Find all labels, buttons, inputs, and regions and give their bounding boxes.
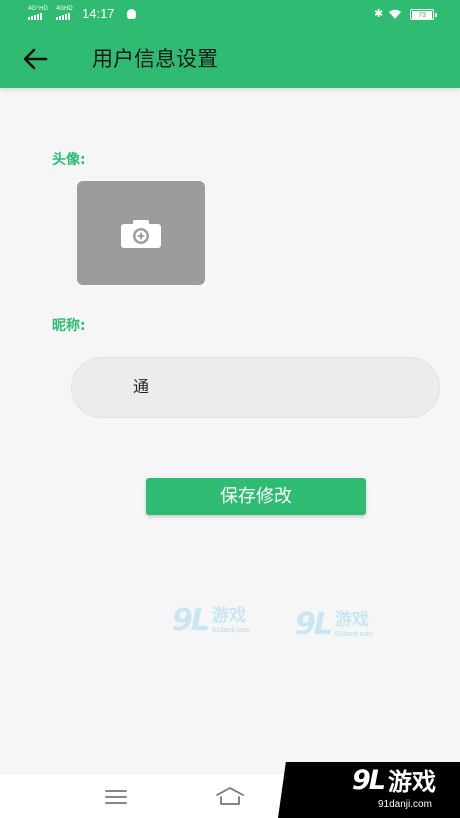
- app-bar: 用户信息设置: [0, 30, 460, 88]
- nickname-value: 通: [133, 377, 150, 396]
- watermark-name: 游戏: [335, 610, 369, 630]
- menu-icon[interactable]: [104, 788, 128, 806]
- signal-indicator-2: 4GHD: [56, 6, 73, 20]
- wifi-icon: [389, 9, 401, 19]
- page-title: 用户信息设置: [92, 47, 218, 71]
- signal-bars-icon: [28, 13, 48, 20]
- watermark-name: 游戏: [212, 606, 246, 626]
- avatar-picker[interactable]: [77, 181, 205, 285]
- qq-notification-icon: [127, 9, 136, 19]
- watermark-logo: 9L 游戏 91danji.com: [295, 608, 395, 648]
- watermark-mark: 9L: [172, 603, 210, 638]
- nickname-input[interactable]: 通: [71, 357, 440, 418]
- corner-watermark-url: 91danji.com: [378, 799, 432, 810]
- camera-icon: [121, 220, 161, 248]
- corner-watermark-name: 游戏: [388, 768, 436, 796]
- signal-bars-icon: [56, 13, 73, 20]
- watermark-logo: 9L 游戏 91danji.com: [172, 604, 272, 644]
- status-bar: 4G⁺HD 4GHD 14:17 ✱ 73: [0, 0, 460, 30]
- nickname-label: 昵称:: [52, 318, 86, 334]
- signal-2-label: 4GHD: [56, 6, 73, 12]
- home-icon[interactable]: [214, 785, 246, 807]
- bluetooth-icon: ✱: [374, 7, 384, 20]
- signal-1-label: 4G⁺HD: [28, 6, 48, 12]
- save-button[interactable]: 保存修改: [146, 478, 366, 515]
- signal-indicator-1: 4G⁺HD: [28, 6, 48, 20]
- avatar-label: 头像:: [52, 152, 86, 168]
- battery-icon: 73: [410, 9, 437, 20]
- corner-watermark-mark: 9L: [352, 765, 386, 796]
- battery-level: 73: [412, 11, 432, 20]
- status-time: 14:17: [82, 6, 115, 21]
- watermark-url: 91danji.com: [212, 627, 250, 634]
- arrow-left-icon[interactable]: [22, 47, 48, 71]
- watermark-mark: 9L: [295, 607, 333, 642]
- watermark-url: 91danji.com: [335, 631, 373, 638]
- corner-watermark: 9L 游戏 91danji.com: [290, 762, 460, 818]
